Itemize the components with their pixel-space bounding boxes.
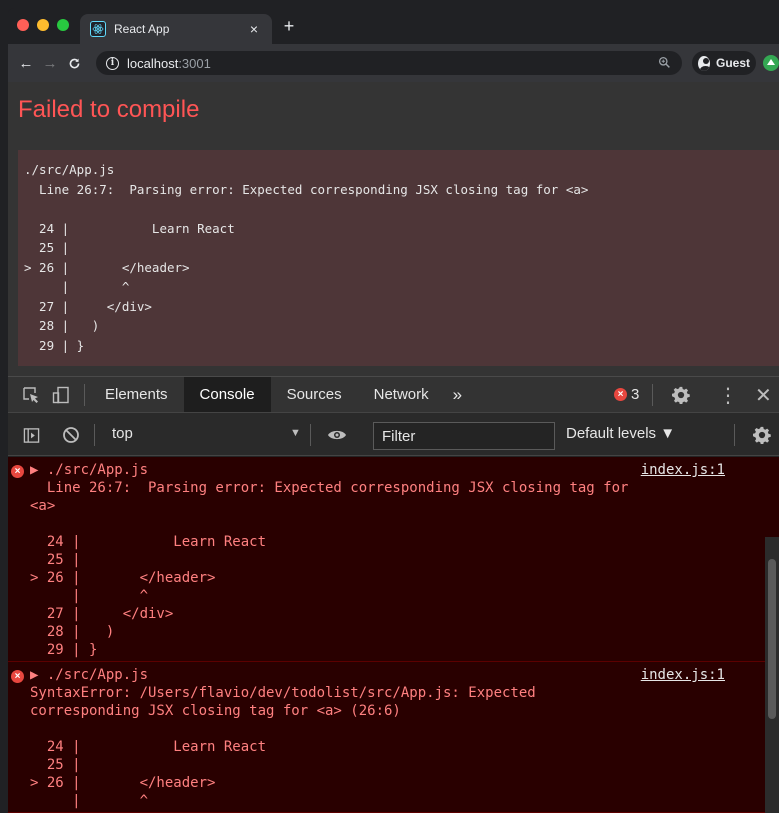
browser-toolbar: ← → i localhost:3001 Guest bbox=[8, 44, 779, 82]
code-line: 24 | Learn React bbox=[24, 220, 235, 236]
react-logo-icon bbox=[92, 24, 104, 34]
window-close-button[interactable] bbox=[17, 19, 29, 31]
browser-window: React App × + ← → i localhost:3001 Guest… bbox=[8, 8, 779, 813]
window-maximize-button[interactable] bbox=[57, 19, 69, 31]
log-levels-dropdown[interactable]: Default levels ▼ bbox=[566, 425, 675, 442]
toolbar-divider bbox=[84, 383, 85, 406]
eye-icon[interactable] bbox=[326, 424, 348, 446]
new-tab-button[interactable]: + bbox=[280, 17, 298, 35]
guest-label: Guest bbox=[715, 56, 750, 70]
url-text: localhost:3001 bbox=[127, 56, 211, 71]
source-link[interactable]: index.js:1 bbox=[641, 666, 725, 684]
error-file: ./src/App.js bbox=[24, 162, 115, 177]
toolbar-divider bbox=[652, 384, 653, 406]
console-settings-gear-icon[interactable] bbox=[753, 417, 771, 453]
page-title: Failed to compile bbox=[18, 96, 200, 123]
code-line: 25 | bbox=[24, 240, 70, 255]
error-count: 3 bbox=[631, 386, 640, 403]
error-message: Line 26:7: Parsing error: Expected corre… bbox=[24, 181, 589, 197]
tab-strip: React App × + bbox=[8, 8, 779, 44]
error-counter[interactable]: × 3 bbox=[614, 386, 639, 403]
scrollbar-thumb[interactable] bbox=[768, 559, 776, 719]
toolbar-divider bbox=[94, 424, 95, 446]
forward-arrow-icon[interactable]: → bbox=[38, 51, 62, 75]
tab-console[interactable]: Console bbox=[183, 376, 271, 413]
tab-title: React App bbox=[114, 22, 170, 36]
extension-icon[interactable] bbox=[763, 55, 779, 71]
close-icon[interactable]: ✕ bbox=[755, 377, 772, 413]
devtools-tab-bar: Elements Console Sources Network » × 3 ⋮… bbox=[8, 376, 779, 413]
window-controls bbox=[17, 19, 69, 31]
source-link[interactable]: index.js:1 bbox=[641, 461, 725, 479]
error-icon: × bbox=[11, 465, 24, 478]
tab-close-icon[interactable]: × bbox=[246, 22, 262, 36]
console-message-text: ▶ ./src/App.js SyntaxError: /Users/flavi… bbox=[30, 667, 536, 809]
address-bar[interactable]: i localhost:3001 bbox=[96, 51, 682, 75]
toolbar-divider bbox=[310, 424, 311, 446]
tab-network[interactable]: Network bbox=[358, 377, 445, 413]
error-icon: × bbox=[11, 670, 24, 683]
toolbar-divider bbox=[734, 424, 735, 446]
console-message-text: ▶ ./src/App.js Line 26:7: Parsing error:… bbox=[30, 462, 629, 658]
clear-console-icon[interactable] bbox=[60, 424, 82, 446]
gear-icon[interactable] bbox=[672, 377, 690, 413]
filter-input[interactable] bbox=[373, 422, 555, 450]
error-icon: × bbox=[614, 388, 627, 401]
context-selector[interactable]: top bbox=[112, 425, 133, 442]
code-line: 29 | } bbox=[24, 337, 85, 353]
profile-button[interactable]: Guest bbox=[692, 51, 756, 75]
page-viewport: Failed to compile ./src/App.js Line 26:7… bbox=[8, 82, 779, 376]
tab-react-app[interactable]: React App × bbox=[80, 14, 272, 44]
error-details-box: ./src/App.js Line 26:7: Parsing error: E… bbox=[18, 150, 779, 366]
chevron-down-icon[interactable]: ▼ bbox=[290, 427, 301, 439]
code-line: 27 | </div> bbox=[24, 298, 152, 314]
console-output[interactable]: × ▶ ./src/App.js Line 26:7: Parsing erro… bbox=[8, 457, 779, 813]
tab-sources[interactable]: Sources bbox=[271, 377, 358, 413]
devtools-panel: Elements Console Sources Network » × 3 ⋮… bbox=[8, 376, 779, 813]
info-icon[interactable]: i bbox=[106, 56, 119, 70]
url-port: :3001 bbox=[178, 55, 211, 71]
reload-icon[interactable] bbox=[62, 51, 86, 75]
url-host: localhost bbox=[127, 55, 179, 71]
guest-avatar-icon bbox=[698, 55, 710, 71]
tab-elements[interactable]: Elements bbox=[89, 377, 184, 413]
spacer-line bbox=[24, 199, 773, 219]
code-line: | ^ bbox=[24, 279, 130, 294]
code-line: > 26 | </header> bbox=[24, 259, 190, 275]
code-line: 28 | ) bbox=[24, 318, 100, 333]
console-error-message[interactable]: × ▶ ./src/App.js SyntaxError: /Users/fla… bbox=[8, 662, 779, 813]
back-arrow-icon[interactable]: ← bbox=[14, 51, 38, 75]
window-minimize-button[interactable] bbox=[37, 19, 49, 31]
console-filter-bar: top ▼ Default levels ▼ bbox=[8, 412, 779, 456]
console-error-message[interactable]: × ▶ ./src/App.js Line 26:7: Parsing erro… bbox=[8, 457, 779, 662]
more-tabs-button[interactable]: » bbox=[445, 377, 470, 413]
zoom-icon[interactable] bbox=[658, 56, 672, 70]
console-scrollbar[interactable] bbox=[765, 537, 779, 813]
sidebar-toggle-icon[interactable] bbox=[20, 424, 42, 446]
react-favicon bbox=[90, 21, 106, 37]
kebab-menu-icon[interactable]: ⋮ bbox=[718, 377, 738, 413]
inspect-element-icon[interactable] bbox=[20, 384, 42, 406]
device-toolbar-icon[interactable] bbox=[50, 384, 72, 406]
